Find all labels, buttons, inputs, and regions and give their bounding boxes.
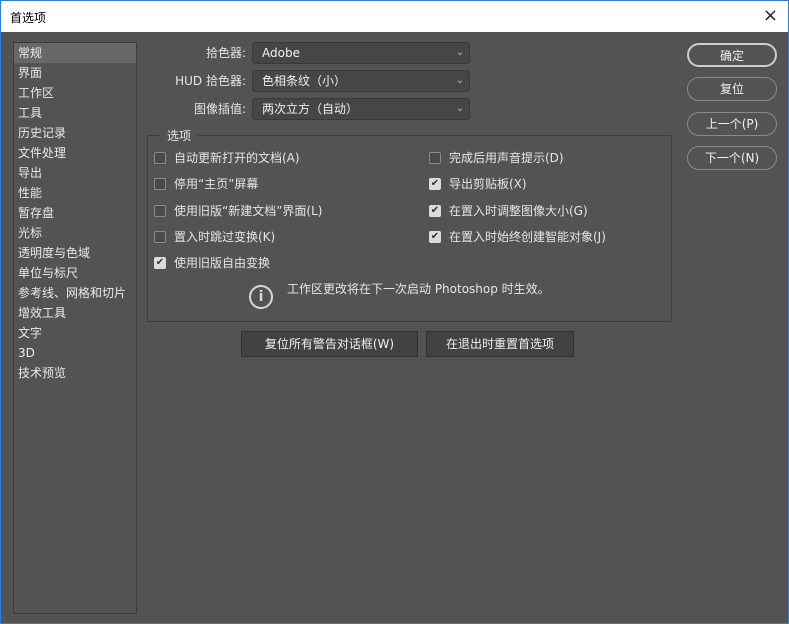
option-checkbox[interactable]: ✔ 使用旧版自由变换: [154, 254, 270, 272]
close-icon[interactable]: ×: [763, 5, 778, 26]
info-icon: i: [249, 285, 273, 309]
option-label: 完成后用声音提示(D): [449, 151, 564, 165]
checkbox-icon[interactable]: ✔: [429, 178, 441, 191]
sidebar-item[interactable]: 光标: [14, 223, 136, 243]
sidebar-item[interactable]: 文件处理: [14, 143, 136, 163]
sidebar: 常规 界面 工作区 工具 历史记录 文件处理 导出 性能 暂存盘 光标 透明度与色域 单位与标尺 参考线…: [13, 42, 137, 614]
chevron-down-icon: ⌄: [455, 47, 464, 58]
option-checkbox[interactable]: ✔ 在置入时始终创建智能对象(J): [429, 228, 606, 246]
title-bar: 首选项 ×: [1, 1, 788, 32]
field-select[interactable]: Adobe ⌄: [252, 42, 470, 64]
select-value: 两次立方（自动）: [262, 102, 359, 116]
option-label: 使用旧版自由变换: [174, 256, 271, 271]
sidebar-item[interactable]: 导出: [14, 163, 136, 183]
field-select[interactable]: 色相条纹（小） ⌄: [252, 70, 470, 92]
reset-button[interactable]: 复位: [687, 77, 777, 101]
option-label: 自动更新打开的文档(A): [174, 151, 300, 165]
sidebar-item[interactable]: 暂存盘: [14, 203, 136, 223]
sidebar-item[interactable]: 3D: [14, 343, 136, 363]
option-label: 在置入时调整图像大小(G): [449, 203, 588, 218]
option-label: 停用“主页”屏幕: [174, 177, 259, 192]
info-message: 工作区更改将在下一次启动 Photoshop 时生效。: [287, 282, 550, 296]
checkbox-icon[interactable]: [154, 204, 166, 217]
option-label: 导出剪贴板(X): [449, 177, 527, 192]
sidebar-item[interactable]: 单位与标尺: [14, 263, 136, 283]
option-checkbox[interactable]: 自动更新打开的文档(A): [154, 149, 300, 167]
options-legend: 选项: [167, 129, 192, 143]
checkbox-icon[interactable]: [154, 152, 166, 164]
checkbox-icon[interactable]: ✔: [429, 230, 441, 243]
sidebar-item[interactable]: 文字: [14, 323, 136, 343]
checkbox-icon[interactable]: [154, 230, 166, 243]
sidebar-item[interactable]: 历史记录: [14, 123, 136, 143]
next-button[interactable]: 下一个(N): [687, 146, 777, 170]
ok-button[interactable]: 确定: [687, 43, 777, 67]
option-label: 置入时跳过变换(K): [174, 229, 276, 244]
sidebar-item[interactable]: 增效工具: [14, 303, 136, 323]
sidebar-item[interactable]: 技术预览: [14, 363, 136, 383]
preferences-dialog: 首选项 × 常规 界面 工作区 工具 历史记录 文件处理 导出 性能 暂存盘 光标 透明度与色域 单位…: [0, 0, 789, 624]
sidebar-item[interactable]: 透明度与色域: [14, 243, 136, 263]
prev-button[interactable]: 上一个(P): [687, 112, 777, 136]
option-checkbox[interactable]: ✔ 在置入时调整图像大小(G): [429, 202, 588, 220]
reset-on-quit-button[interactable]: 在退出时重置首选项: [426, 331, 574, 357]
field-label: 拾色器:: [205, 46, 246, 60]
option-checkbox[interactable]: 置入时跳过变换(K): [154, 228, 275, 246]
option-checkbox[interactable]: 使用旧版“新建文档”界面(L): [154, 202, 322, 220]
option-label: 在置入时始终创建智能对象(J): [449, 229, 606, 244]
option-checkbox[interactable]: 完成后用声音提示(D): [429, 149, 564, 167]
field-label: HUD 拾色器:: [175, 74, 246, 88]
dialog-title: 首选项: [10, 11, 47, 25]
sidebar-item[interactable]: 性能: [14, 183, 136, 203]
sidebar-item[interactable]: 参考线、网格和切片: [14, 283, 136, 303]
option-checkbox[interactable]: 停用“主页”屏幕: [154, 175, 258, 193]
checkbox-icon[interactable]: [429, 152, 441, 164]
reset-warnings-button[interactable]: 复位所有警告对话框(W): [241, 331, 418, 357]
checkbox-icon[interactable]: ✔: [429, 204, 441, 217]
checkbox-icon[interactable]: [154, 178, 166, 191]
field-label: 图像插值:: [193, 102, 246, 116]
sidebar-item[interactable]: 工具: [14, 103, 136, 123]
sidebar-item[interactable]: 常规: [14, 43, 136, 63]
chevron-down-icon: ⌄: [455, 75, 464, 86]
field-select[interactable]: 两次立方（自动） ⌄: [252, 98, 470, 120]
select-value: 色相条纹（小）: [262, 74, 347, 88]
option-checkbox[interactable]: ✔ 导出剪贴板(X): [429, 175, 527, 193]
sidebar-item[interactable]: 界面: [14, 63, 136, 83]
option-label: 使用旧版“新建文档”界面(L): [174, 203, 323, 218]
chevron-down-icon: ⌄: [455, 103, 464, 114]
select-value: Adobe: [262, 46, 300, 60]
checkbox-icon[interactable]: ✔: [154, 257, 166, 270]
sidebar-item[interactable]: 工作区: [14, 83, 136, 103]
